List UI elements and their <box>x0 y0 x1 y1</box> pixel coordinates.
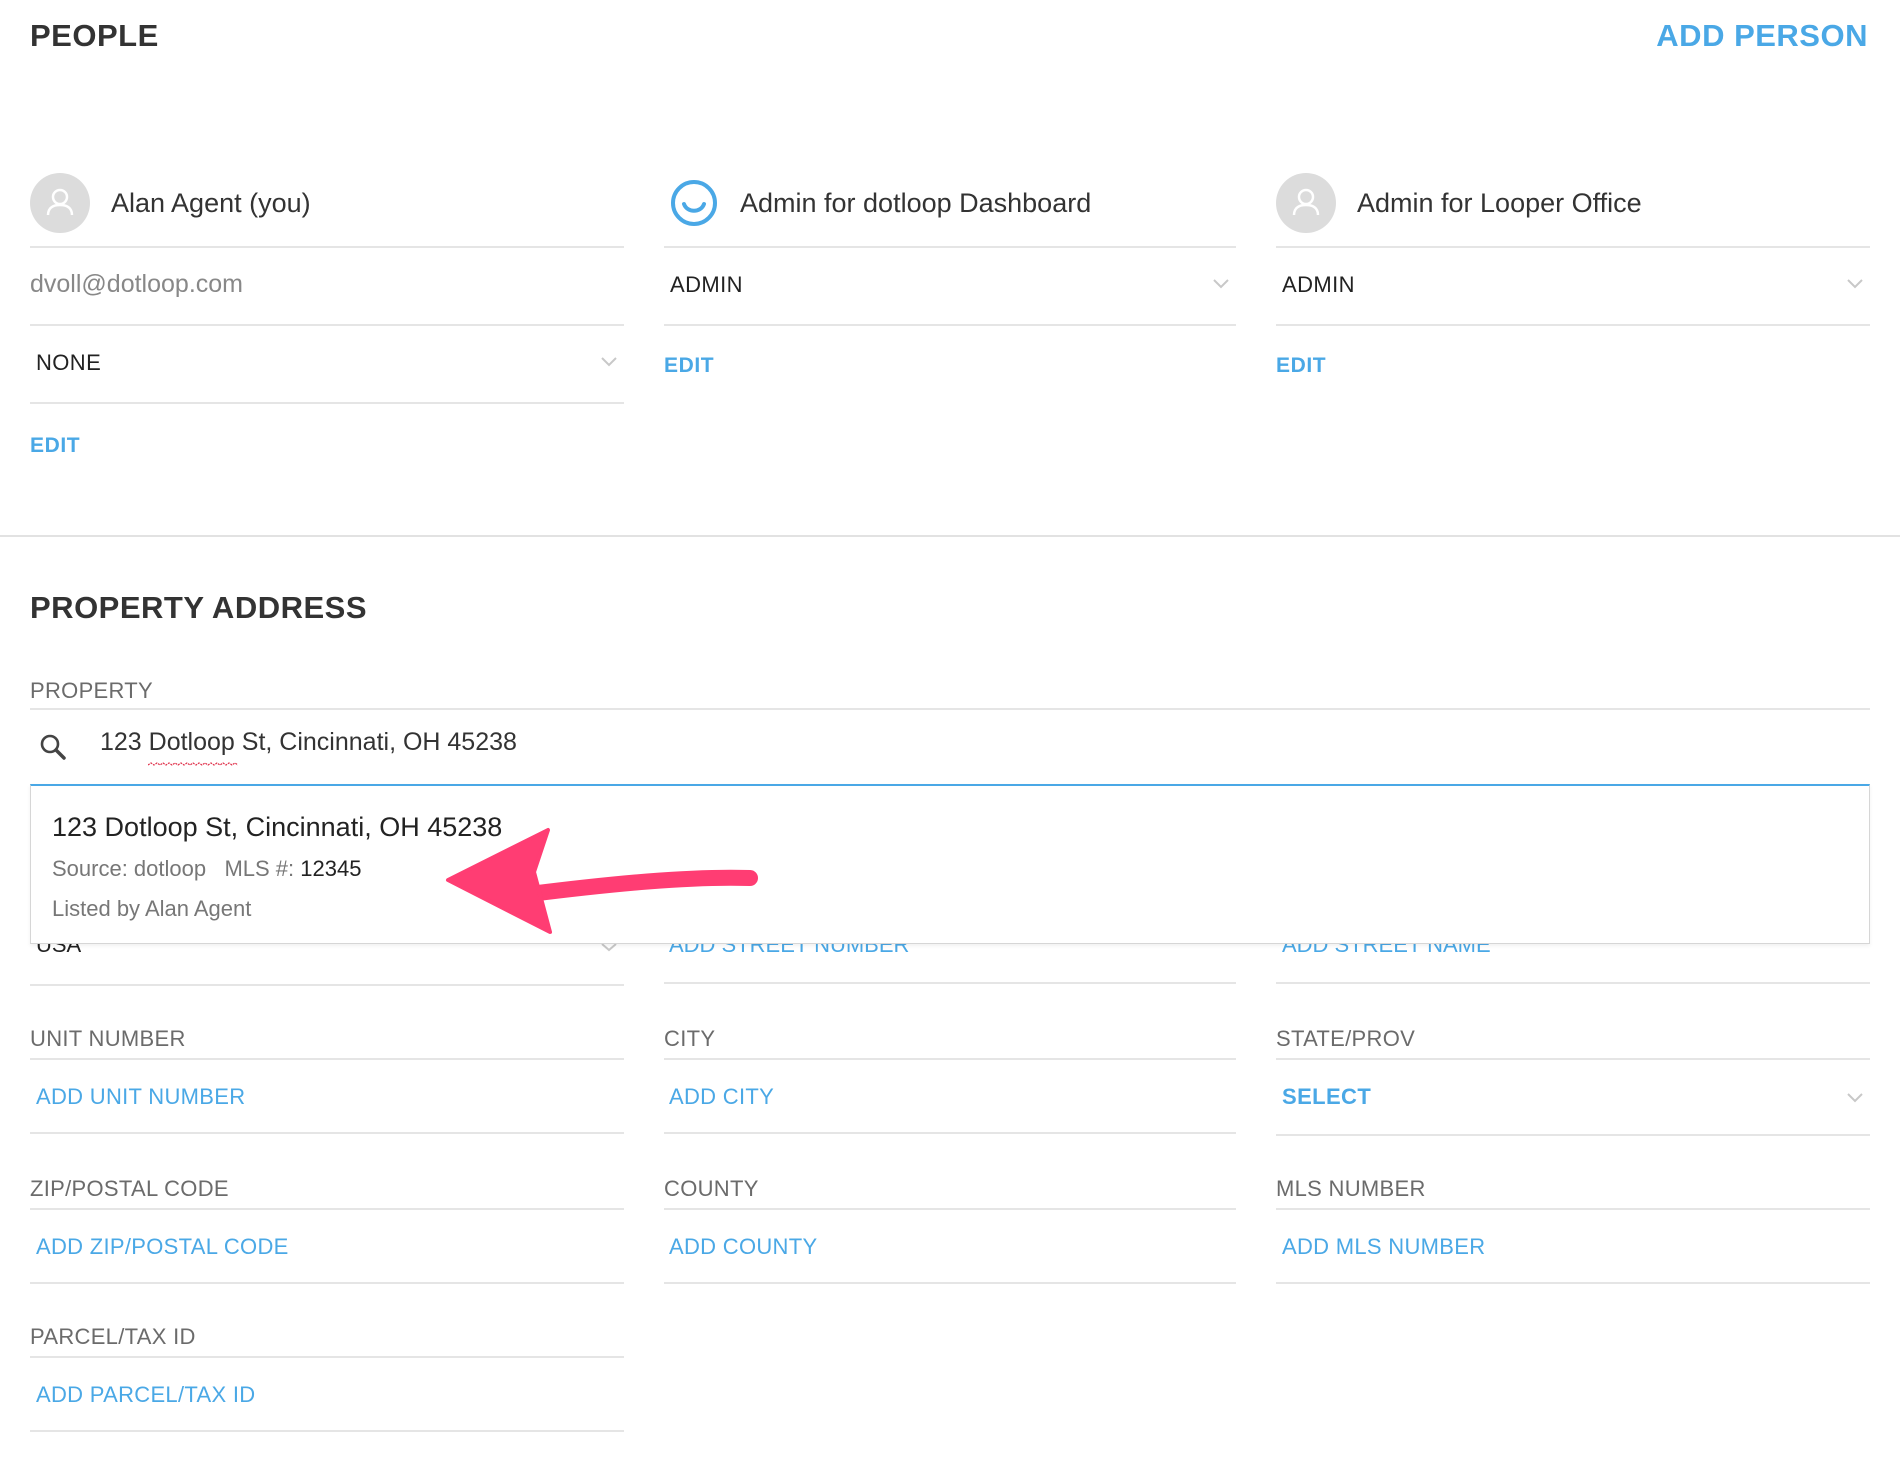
chevron-down-icon <box>601 944 617 952</box>
user-silhouette-icon <box>30 173 90 233</box>
chevron-down-icon <box>1847 279 1863 289</box>
person-card: Admin for dotloop Dashboard ADMIN EDIT <box>664 160 1236 480</box>
edit-person-button[interactable]: EDIT <box>1276 354 1326 378</box>
role-select[interactable]: ADMIN <box>1276 246 1870 324</box>
suggestion-source: Source: dotloop <box>52 856 207 881</box>
search-icon <box>40 734 66 760</box>
parcel-label: PARCEL/TAX ID <box>30 1324 196 1349</box>
person-name: Alan Agent (you) <box>111 187 311 218</box>
suggestion-listed-by: Listed by Alan Agent <box>52 896 252 921</box>
suggestion-address[interactable]: 123 Dotloop St, Cincinnati, OH 45238 <box>52 812 502 843</box>
suggestion-meta: Source: dotloop MLS #: 12345 <box>52 856 361 882</box>
add-street-name-label: ADD STREET NAME <box>1282 944 1491 957</box>
spellcheck-underline <box>148 762 238 766</box>
property-search-field[interactable] <box>30 710 1870 784</box>
add-street-number-label: ADD STREET NUMBER <box>669 944 910 957</box>
add-mls-number-field[interactable]: ADD MLS NUMBER <box>1282 1234 1485 1260</box>
property-title: PROPERTY ADDRESS <box>30 590 368 625</box>
unit-number-label: UNIT NUMBER <box>30 1026 186 1051</box>
person-card: Admin for Looper Office ADMIN EDIT <box>1276 160 1870 480</box>
chevron-down-icon <box>601 357 617 367</box>
country-value: USA <box>36 944 82 957</box>
city-label: CITY <box>664 1026 716 1051</box>
suggestion-mls-label: MLS #: <box>224 856 295 881</box>
suggestion-mls-value: 12345 <box>300 856 362 881</box>
add-city-field[interactable]: ADD CITY <box>669 1084 774 1110</box>
role-value: ADMIN <box>1282 272 1355 297</box>
role-select[interactable]: NONE <box>30 324 624 402</box>
annotation-arrow-icon <box>446 828 758 934</box>
property-label: PROPERTY <box>30 678 154 703</box>
edit-person-button[interactable]: EDIT <box>30 434 80 458</box>
add-street-name-field[interactable]: ADD STREET NAME <box>1282 944 1491 958</box>
user-silhouette-icon <box>1276 173 1336 233</box>
add-unit-number-field[interactable]: ADD UNIT NUMBER <box>36 1084 245 1110</box>
person-name: Admin for Looper Office <box>1357 187 1642 218</box>
address-suggestion-dropdown[interactable]: 123 Dotloop St, Cincinnati, OH 45238 Sou… <box>30 784 1870 944</box>
property-search-input[interactable] <box>100 728 1800 757</box>
add-parcel-field[interactable]: ADD PARCEL/TAX ID <box>36 1382 255 1408</box>
section-divider <box>0 535 1900 537</box>
county-label: COUNTY <box>664 1176 759 1201</box>
zip-label: ZIP/POSTAL CODE <box>30 1176 229 1201</box>
chevron-down-icon <box>1213 279 1229 289</box>
person-card: Alan Agent (you) dvoll@dotloop.com NONE … <box>30 160 624 480</box>
state-select[interactable]: SELECT <box>1276 1060 1870 1132</box>
chevron-down-icon <box>1847 1093 1863 1103</box>
add-county-field[interactable]: ADD COUNTY <box>669 1234 817 1260</box>
state-select-value: SELECT <box>1282 1084 1372 1109</box>
people-title: PEOPLE <box>30 18 159 53</box>
role-value: ADMIN <box>670 272 743 297</box>
role-select[interactable]: ADMIN <box>664 246 1236 324</box>
role-value: NONE <box>36 350 102 375</box>
add-zip-field[interactable]: ADD ZIP/POSTAL CODE <box>36 1234 289 1260</box>
dotloop-logo-icon <box>664 173 724 233</box>
add-street-number-field[interactable]: ADD STREET NUMBER <box>669 944 909 958</box>
add-person-button[interactable]: ADD PERSON <box>1656 18 1868 54</box>
person-email: dvoll@dotloop.com <box>30 270 243 298</box>
edit-person-button[interactable]: EDIT <box>664 354 714 378</box>
state-label: STATE/PROV <box>1276 1026 1416 1051</box>
mls-number-label: MLS NUMBER <box>1276 1176 1426 1201</box>
country-select[interactable]: USA <box>36 944 81 958</box>
person-name: Admin for dotloop Dashboard <box>740 187 1092 218</box>
